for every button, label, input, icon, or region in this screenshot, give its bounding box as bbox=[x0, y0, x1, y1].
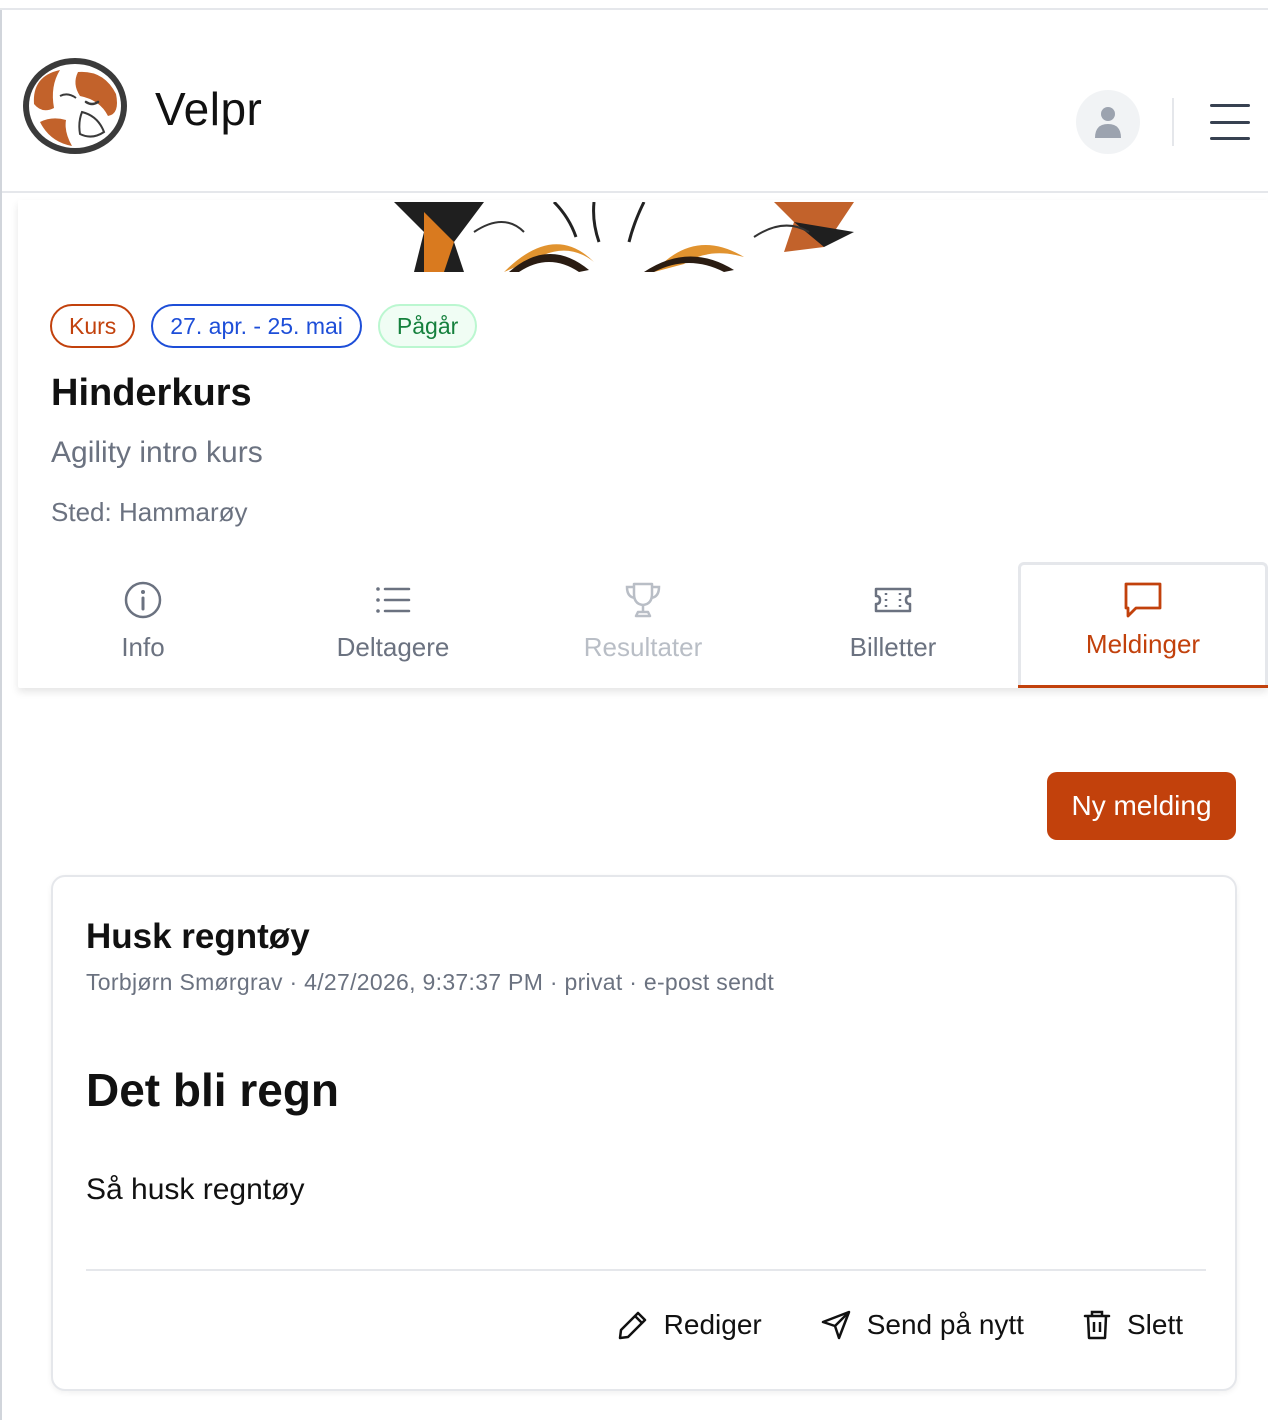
tab-label: Deltagere bbox=[336, 632, 450, 662]
event-type-badge: Kurs bbox=[50, 304, 136, 348]
brand-name[interactable]: Velpr bbox=[155, 82, 262, 136]
header-divider bbox=[1172, 98, 1174, 146]
resend-label: Send på nytt bbox=[866, 1309, 1024, 1340]
message-heading: Det bli regn bbox=[86, 1064, 340, 1116]
tab-label: Info bbox=[121, 632, 165, 662]
tab-billetter[interactable]: Billetter bbox=[768, 562, 1018, 688]
resend-button[interactable]: Send på nytt bbox=[820, 1309, 1024, 1341]
velpr-logo[interactable] bbox=[20, 56, 130, 156]
message-icon bbox=[1124, 582, 1162, 618]
tab-deltagere[interactable]: Deltagere bbox=[268, 562, 518, 688]
tab-resultater[interactable]: Resultater bbox=[518, 562, 768, 688]
message-actions: Rediger Send på nytt Slett bbox=[617, 1309, 1183, 1341]
new-message-button[interactable]: Ny melding bbox=[1047, 772, 1236, 840]
event-card: Kurs 27. apr. - 25. mai Pågår Hinderkurs… bbox=[18, 200, 1268, 688]
message-divider bbox=[86, 1269, 1206, 1271]
tab-label: Meldinger bbox=[1085, 629, 1201, 659]
message-body: Så husk regntøy bbox=[86, 1173, 305, 1206]
tab-label: Billetter bbox=[849, 632, 937, 662]
pencil-icon bbox=[618, 1311, 646, 1340]
send-icon bbox=[821, 1310, 850, 1340]
hamburger-menu-icon[interactable] bbox=[1210, 104, 1252, 140]
event-title: Hinderkurs bbox=[51, 372, 252, 414]
event-location: Sted: Hammarøy bbox=[51, 497, 248, 528]
location-label: Sted: bbox=[51, 497, 112, 527]
message-subject: Husk regntøy bbox=[86, 917, 310, 956]
message-card: Husk regntøy Torbjørn Smørgrav · 4/27/20… bbox=[51, 875, 1237, 1391]
ticket-icon bbox=[874, 587, 912, 613]
delete-button[interactable]: Slett bbox=[1082, 1309, 1183, 1341]
message-meta: Torbjørn Smørgrav · 4/27/2026, 9:37:37 P… bbox=[86, 969, 775, 995]
event-subtitle: Agility intro kurs bbox=[51, 436, 263, 469]
edit-label: Rediger bbox=[663, 1309, 762, 1340]
tab-label: Resultater bbox=[583, 632, 703, 662]
list-icon bbox=[376, 587, 411, 613]
trophy-icon bbox=[625, 582, 661, 618]
window-left-border bbox=[0, 10, 2, 1420]
event-status-badge: Pågår bbox=[377, 304, 478, 348]
event-banner-image bbox=[354, 202, 894, 272]
user-avatar-icon bbox=[1095, 107, 1121, 138]
event-tabs: Info Deltagere Resultater Billetter Meld… bbox=[18, 562, 1268, 688]
delete-label: Slett bbox=[1126, 1309, 1183, 1340]
edit-button[interactable]: Rediger bbox=[617, 1309, 762, 1341]
trash-icon bbox=[1083, 1310, 1111, 1340]
info-icon bbox=[124, 581, 162, 619]
location-value: Hammarøy bbox=[118, 497, 248, 527]
tab-meldinger[interactable]: Meldinger bbox=[1018, 562, 1268, 688]
event-badges: Kurs 27. apr. - 25. mai Pågår bbox=[50, 304, 478, 348]
tab-info[interactable]: Info bbox=[18, 562, 268, 688]
user-avatar-button[interactable] bbox=[1076, 90, 1140, 154]
app-header: Velpr bbox=[2, 10, 1268, 193]
event-date-badge: 27. apr. - 25. mai bbox=[151, 304, 362, 348]
